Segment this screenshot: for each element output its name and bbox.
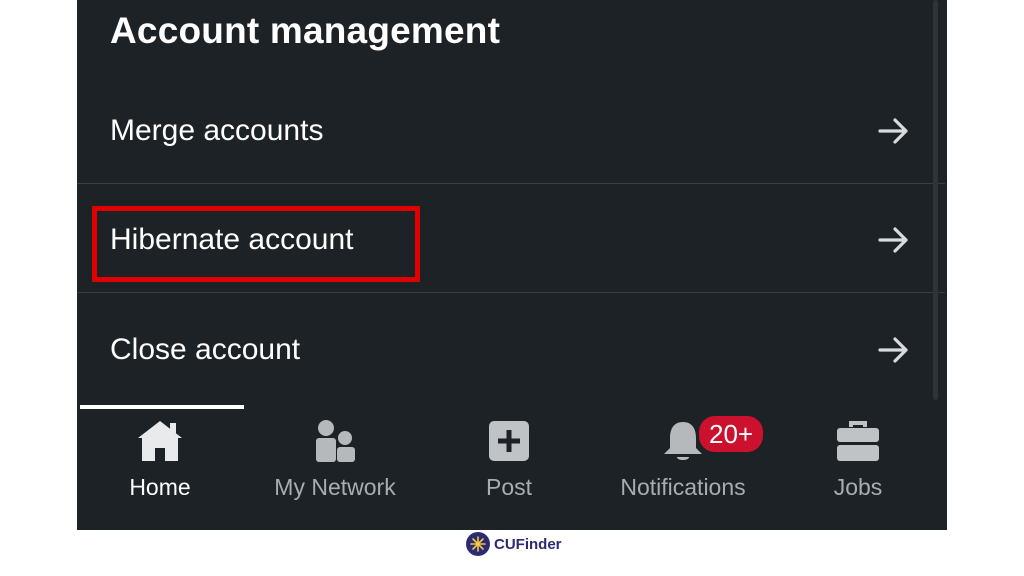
merge-accounts-row[interactable]: Merge accounts (77, 77, 945, 185)
row-label: Close account (110, 333, 301, 366)
nav-label: Notifications (620, 474, 746, 500)
nav-label: Home (129, 474, 191, 500)
arrow-right-icon (878, 337, 908, 363)
nav-label: My Network (274, 474, 396, 500)
arrow-right-icon (878, 227, 908, 253)
active-tab-indicator (80, 405, 244, 409)
nav-post[interactable]: Post (459, 410, 559, 520)
briefcase-icon (828, 414, 888, 468)
divider (77, 183, 945, 184)
settings-screen: Account management Merge accounts Hibern… (77, 0, 947, 530)
post-icon (479, 414, 539, 468)
divider (77, 292, 945, 293)
nav-my-network[interactable]: My Network (260, 410, 410, 520)
network-icon (305, 414, 365, 468)
nav-home[interactable]: Home (110, 410, 210, 520)
close-account-row[interactable]: Close account (77, 296, 945, 404)
arrow-right-icon (878, 118, 908, 144)
home-icon (130, 414, 190, 468)
cufinder-logo-icon (466, 532, 490, 556)
nav-jobs[interactable]: Jobs (808, 410, 908, 520)
row-label: Merge accounts (110, 114, 324, 147)
notifications-badge: 20+ (697, 414, 766, 454)
nav-label: Jobs (833, 474, 883, 500)
nav-label: Post (485, 474, 533, 500)
highlight-box (92, 206, 420, 282)
section-title: Account management (110, 10, 501, 51)
brand-watermark: CUFinder (466, 530, 562, 558)
brand-name: CUFinder (494, 535, 562, 553)
scrollbar[interactable] (933, 0, 938, 400)
